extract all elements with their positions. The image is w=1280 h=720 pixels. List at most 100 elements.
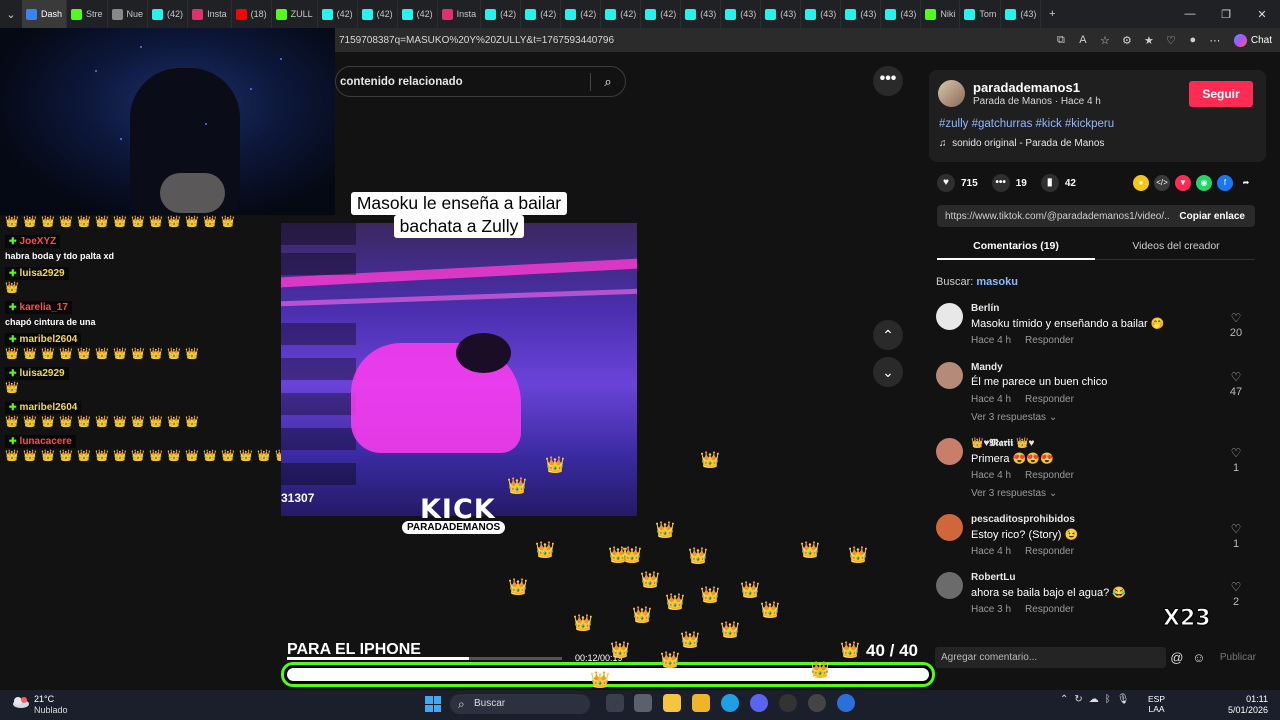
reply-button[interactable]: Responder [1025, 470, 1074, 481]
hashtags[interactable]: #zully #gatchurras #kick #kickperu [939, 118, 1114, 130]
more-menu-icon[interactable]: ⋯ [1204, 34, 1226, 47]
send-icon[interactable]: ▼ [1175, 175, 1191, 191]
add-comment-input[interactable]: Agregar comentario... [935, 647, 1166, 668]
browser-tab[interactable]: Stre [67, 0, 108, 28]
clock-date[interactable]: 5/01/2026 [1218, 705, 1268, 715]
chat-username[interactable]: ✚ luisa2929 [5, 267, 69, 280]
translate-icon[interactable]: A [1072, 34, 1094, 46]
browser-tab[interactable]: (43) [841, 0, 882, 28]
browser-tab[interactable]: (42) [521, 0, 562, 28]
view-replies-button[interactable]: Ver 3 respuestas ⌄ [971, 488, 1057, 499]
chat-username[interactable]: ✚ maribel2604 [5, 333, 82, 346]
store-icon[interactable] [634, 694, 652, 712]
browser-tab[interactable]: (42) [398, 0, 438, 28]
reply-button[interactable]: Responder [1025, 604, 1074, 615]
obs-icon[interactable] [779, 694, 797, 712]
app-icon[interactable] [837, 694, 855, 712]
commenter-name[interactable]: Berlín [971, 303, 999, 314]
author-avatar[interactable] [938, 80, 965, 107]
browser-tab[interactable]: Niki [921, 0, 961, 28]
commenter-avatar[interactable] [936, 514, 963, 541]
browser-tab[interactable]: (43) [801, 0, 842, 28]
favorite-star-icon[interactable]: ☆ [1094, 34, 1116, 47]
sync-icon[interactable]: ↻ [1074, 694, 1082, 705]
chat-username[interactable]: ✚ JoeXYZ [5, 235, 61, 248]
reply-button[interactable]: Responder [1025, 394, 1074, 405]
like-button[interactable]: ♥ 715 [937, 174, 978, 192]
commenter-name[interactable]: Mandy [971, 362, 1003, 373]
browser-tab[interactable]: (18) [232, 0, 272, 28]
author-name[interactable]: paradademanos1 [973, 80, 1080, 95]
commenter-avatar[interactable] [936, 438, 963, 465]
publish-button[interactable]: Publicar [1210, 652, 1260, 663]
comment-button[interactable]: ••• 19 [991, 174, 1027, 192]
copy-link-button[interactable]: Copiar enlace [1169, 211, 1255, 222]
browser-tab[interactable]: (42) [601, 0, 642, 28]
comment-like-button[interactable]: ♡ 2 [1224, 580, 1248, 608]
clock-time[interactable]: 01:11 [1222, 694, 1268, 704]
tab-creator-videos[interactable]: Videos del creador [1096, 240, 1256, 252]
follow-button[interactable]: Seguir [1189, 81, 1253, 107]
browser-tab[interactable]: (42) [641, 0, 682, 28]
tab-comments[interactable]: Comentarios (19) [937, 240, 1095, 252]
comment-like-button[interactable]: ♡ 20 [1224, 311, 1248, 339]
share-arrow-icon[interactable]: ➦ [1238, 175, 1254, 191]
browser-tab[interactable]: (42) [148, 0, 189, 28]
windows-start-icon[interactable] [425, 696, 441, 712]
extensions-icon[interactable]: ⚙ [1116, 34, 1138, 47]
commenter-avatar[interactable] [936, 362, 963, 389]
commenter-avatar[interactable] [936, 572, 963, 599]
browser-essentials-icon[interactable]: ♡ [1160, 34, 1182, 47]
commenter-name[interactable]: 👑♥𝕸𝖆𝖗𝖎𝖎 👑♥ [971, 438, 1034, 449]
browser-tab[interactable]: Nue [108, 0, 149, 28]
chat-username[interactable]: ✚ lunacacere [5, 435, 76, 448]
browser-tab[interactable]: (43) [681, 0, 722, 28]
close-window-button[interactable]: ✕ [1244, 8, 1280, 21]
edge-icon[interactable] [721, 694, 739, 712]
tray-chevron-icon[interactable]: ⌃ [1060, 694, 1068, 705]
taskbar-search[interactable]: Buscar [450, 694, 590, 714]
commenter-avatar[interactable] [936, 303, 963, 330]
browser-tab[interactable]: Dash [22, 0, 68, 28]
microphone-icon[interactable]: 🎙 [1117, 694, 1130, 705]
commenter-name[interactable]: pescaditosprohibidos [971, 514, 1075, 525]
comment-like-button[interactable]: ♡ 47 [1224, 370, 1248, 398]
browser-tab[interactable]: Insta [188, 0, 232, 28]
browser-tab[interactable]: ZULL [272, 0, 318, 28]
mention-icon[interactable]: @ [1166, 650, 1188, 665]
bluetooth-icon[interactable]: ᛒ [1105, 694, 1111, 705]
minimize-button[interactable]: — [1172, 8, 1208, 20]
search-icon[interactable]: ⌕ [591, 74, 625, 90]
chat-username[interactable]: ✚ maribel2604 [5, 401, 82, 414]
file-explorer-icon[interactable] [663, 694, 681, 712]
browser-tab[interactable]: (42) [318, 0, 358, 28]
discord-icon[interactable] [750, 694, 768, 712]
link-url[interactable]: https://www.tiktok.com/@paradademanos1/v… [937, 211, 1169, 222]
browser-tab[interactable]: Tom [960, 0, 1002, 28]
open-in-app-icon[interactable]: ⧉ [1050, 34, 1072, 47]
browser-tab[interactable]: (42) [358, 0, 398, 28]
coin-icon[interactable]: ● [1133, 175, 1149, 191]
commenter-name[interactable]: RobertLu [971, 572, 1015, 583]
emoji-icon[interactable]: ☺ [1188, 650, 1210, 665]
task-view-icon[interactable] [606, 694, 624, 712]
favorites-icon[interactable]: ★ [1138, 34, 1160, 47]
url-field[interactable]: 7159708387q=MASUKO%20Y%20ZULLY&t=1767593… [335, 35, 1050, 46]
facebook-icon[interactable]: f [1217, 175, 1233, 191]
weather-description[interactable]: Nublado [34, 705, 68, 715]
browser-tab[interactable]: (43) [761, 0, 802, 28]
whatsapp-icon[interactable]: ◉ [1196, 175, 1212, 191]
browser-tab[interactable]: (42) [481, 0, 522, 28]
related-content-search[interactable]: contenido relacionado ⌕ [335, 66, 626, 97]
next-video-button[interactable]: ⌄ [873, 357, 903, 387]
more-options-button[interactable]: ••• [873, 66, 903, 96]
browser-tab[interactable]: (43) [881, 0, 922, 28]
maximize-button[interactable]: ❐ [1208, 8, 1244, 21]
app-icon[interactable] [808, 694, 826, 712]
reply-button[interactable]: Responder [1025, 546, 1074, 557]
input-language[interactable]: ESP LAA [1148, 694, 1165, 714]
previous-video-button[interactable]: ⌃ [873, 320, 903, 350]
video-player[interactable] [281, 223, 637, 516]
view-replies-button[interactable]: Ver 3 respuestas ⌄ [971, 412, 1057, 423]
video-progress-track[interactable] [287, 657, 562, 660]
